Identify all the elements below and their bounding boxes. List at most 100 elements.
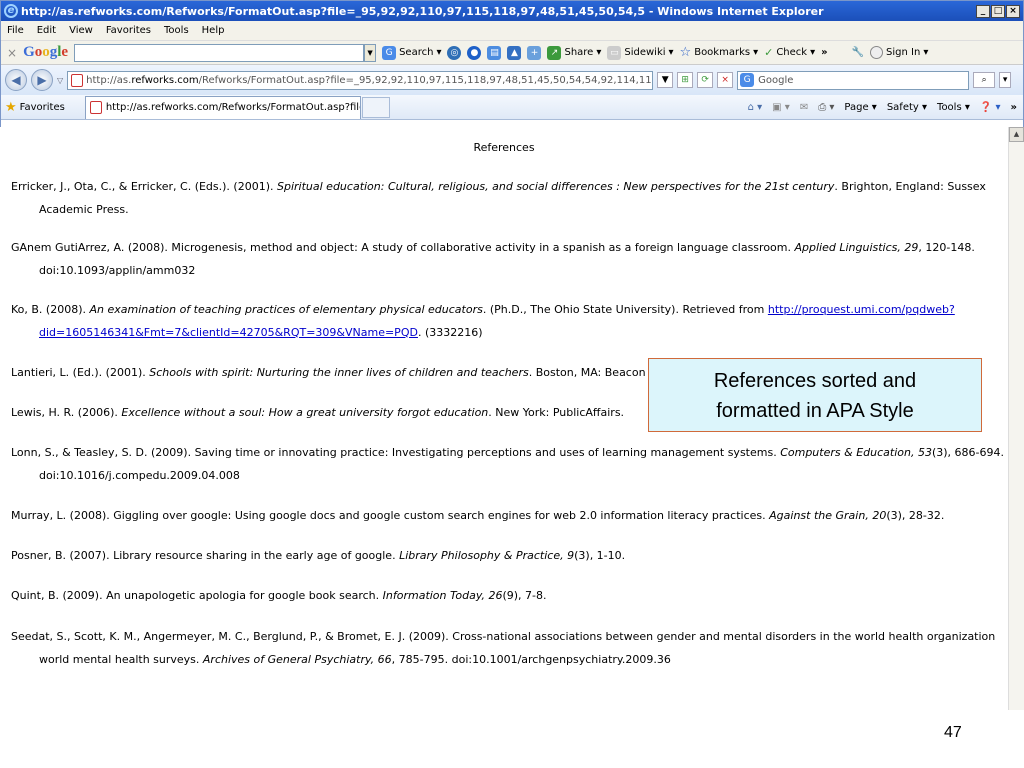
menu-view[interactable]: View [69, 25, 93, 36]
reference-text: GAnem GutiArrez, A. (2008). Microgenesis… [11, 241, 795, 254]
callout-box: References sorted and formatted in APA S… [648, 358, 982, 432]
pdf-page-icon [71, 73, 84, 87]
close-toolbar-icon[interactable]: × [7, 46, 17, 60]
vertical-scrollbar[interactable]: ▲ [1008, 127, 1024, 710]
reference-text: (3), 1-10. [574, 549, 626, 562]
reference-text: Lantieri, L. (Ed.). (2001). [11, 366, 150, 379]
reference-text: Erricker, J., Ota, C., & Erricker, C. (E… [11, 180, 277, 193]
search-options-dropdown[interactable]: ▾ [999, 72, 1012, 88]
reference-title: Information Today, 26 [382, 589, 503, 602]
google-search-button[interactable]: G Search ▾ [382, 45, 441, 60]
bookmarks-button[interactable]: ☆ Bookmarks ▾ [680, 45, 759, 60]
menu-help[interactable]: Help [202, 25, 225, 36]
home-icon[interactable]: ⌂ ▾ [748, 102, 763, 113]
menu-favorites[interactable]: Favorites [106, 25, 151, 36]
ie-logo-icon: e [4, 4, 18, 18]
sidewiki-button[interactable]: ▭ Sidewiki ▾ [607, 45, 674, 60]
address-dropdown[interactable]: ▼ [657, 72, 674, 88]
window-title: http://as.refworks.com/Refworks/FormatOu… [21, 4, 824, 18]
reference-text: . New York: PublicAffairs. [488, 406, 625, 419]
search-button[interactable]: ⌕ [973, 72, 996, 88]
favorites-star-icon[interactable]: ★ [5, 100, 17, 115]
reference-title: Archives of General Psychiatry, 66 [202, 652, 392, 666]
mail-icon[interactable]: ✉ [800, 102, 808, 113]
reference-entry: Seedat, S., Scott, K. M., Angermeyer, M.… [11, 626, 1005, 671]
reference-entry: Posner, B. (2007). Library resource shar… [11, 545, 1005, 568]
more-tools-button[interactable]: » [821, 47, 827, 58]
new-tab-button[interactable] [361, 96, 390, 118]
safety-menu-button[interactable]: Safety ▾ [887, 102, 927, 113]
help-icon[interactable]: ❓ ▾ [980, 102, 1001, 113]
slide-number: 47 [944, 724, 962, 741]
more-commands-button[interactable]: » [1011, 102, 1017, 113]
address-bar-row: ◀ ▶ ▽ http://as.refworks.com/Refworks/Fo… [1, 65, 1023, 95]
close-button[interactable]: × [1006, 4, 1020, 18]
menu-tools[interactable]: Tools [164, 25, 189, 36]
bookmark-star-icon: ☆ [679, 45, 692, 60]
history-dropdown[interactable]: ▽ [57, 76, 63, 85]
stop-icon[interactable]: × [717, 72, 734, 88]
share-icon: ↗ [547, 45, 562, 60]
tab-current[interactable]: http://as.refworks.com/Refworks/FormatOu… [84, 95, 361, 119]
spellcheck-button[interactable]: ✓ Check ▾ [764, 46, 815, 59]
reference-entry: Erricker, J., Ota, C., & Erricker, C. (E… [11, 176, 1005, 221]
wrench-icon[interactable]: 🔧 [852, 47, 864, 58]
menu-bar: File Edit View Favorites Tools Help [1, 21, 1023, 41]
window-controls: _ □ × [976, 4, 1020, 18]
google-search-dropdown[interactable]: ▼ [364, 43, 377, 62]
favorites-button[interactable]: Favorites [20, 102, 65, 113]
plus-icon[interactable]: + [527, 45, 542, 60]
share-button[interactable]: ↗ Share ▾ [547, 45, 601, 60]
reference-title: Schools with spirit: Nurturing the inner… [149, 366, 529, 379]
sidewiki-icon: ▭ [607, 45, 622, 60]
refresh-icon[interactable]: ⟳ [697, 72, 714, 88]
news-icon[interactable]: ▤ [487, 45, 502, 60]
spellcheck-icon: ✓ [764, 46, 774, 59]
page-menu-button[interactable]: Page ▾ [844, 102, 876, 113]
reference-entry: GAnem GutiArrez, A. (2008). Microgenesis… [11, 237, 1005, 282]
reference-text: Lewis, H. R. (2006). [11, 406, 122, 419]
google-search-provider-icon: G [740, 72, 755, 87]
reference-text: Lonn, S., & Teasley, S. D. (2009). Savin… [11, 446, 781, 459]
reference-text: . (Ph.D., The Ohio State University). Re… [482, 303, 768, 316]
compatibility-icon[interactable]: ⊞ [677, 72, 694, 88]
reference-text: . (3332216) [417, 325, 483, 339]
google-logo: Google [23, 44, 69, 60]
reference-entry: Quint, B. (2009). An unapologetic apolog… [11, 585, 1005, 608]
tools-menu-button[interactable]: Tools ▾ [937, 102, 970, 113]
search-box[interactable]: G Google [737, 70, 970, 90]
reference-title: Spiritual education: Cultural, religious… [277, 180, 835, 193]
google-toolbar-search-input[interactable] [74, 43, 365, 62]
reference-entry: Lonn, S., & Teasley, S. D. (2009). Savin… [11, 442, 1005, 487]
menu-edit[interactable]: Edit [37, 25, 56, 36]
menu-file[interactable]: File [7, 25, 24, 36]
reference-text: (3), 28-32. [886, 509, 945, 522]
reference-text: Murray, L. (2008). Giggling over google:… [11, 509, 770, 522]
print-icon[interactable]: ⎙ ▾ [818, 102, 834, 113]
sign-in-button[interactable]: Sign In ▾ [870, 46, 928, 59]
command-bar: ⌂ ▾ ▣ ▾ ✉ ⎙ ▾ Page ▾ Safety ▾ Tools ▾ ❓ … [748, 102, 1023, 113]
reference-text: Quint, B. (2009). An unapologetic apolog… [11, 589, 383, 602]
back-button[interactable]: ◀ [5, 69, 27, 91]
callout-line-1: References sorted and [713, 370, 917, 392]
title-bar: e http://as.refworks.com/Refworks/Format… [1, 1, 1023, 21]
forward-button[interactable]: ▶ [31, 69, 53, 91]
reference-title: Library Philosophy & Practice, 9 [399, 549, 575, 562]
reference-entry: Ko, B. (2008). An examination of teachin… [11, 299, 1005, 344]
google-toolbar: × Google ▼ G Search ▾ ◎ ● ▤ ▲ + ↗ Share ▾ … [1, 41, 1023, 65]
scholar-icon[interactable]: ▲ [507, 45, 522, 60]
reference-title: Applied Linguistics, 29 [794, 241, 919, 254]
blue-circle-icon[interactable]: ● [467, 45, 482, 60]
address-input[interactable]: http://as.refworks.com/Refworks/FormatOu… [67, 70, 654, 90]
reference-text: (9), 7-8. [502, 589, 547, 602]
reference-title: Against the Grain, 20 [769, 509, 887, 522]
sign-in-icon [870, 46, 884, 59]
maximize-button[interactable]: □ [991, 4, 1005, 18]
scroll-up-button[interactable]: ▲ [1009, 127, 1024, 142]
globe-icon[interactable]: ◎ [447, 45, 462, 60]
google-icon: G [382, 45, 397, 60]
minimize-button[interactable]: _ [976, 4, 990, 18]
reference-text: Posner, B. (2007). Library resource shar… [11, 549, 400, 562]
feeds-icon[interactable]: ▣ ▾ [772, 102, 790, 113]
reference-entry: Murray, L. (2008). Giggling over google:… [11, 505, 1005, 528]
